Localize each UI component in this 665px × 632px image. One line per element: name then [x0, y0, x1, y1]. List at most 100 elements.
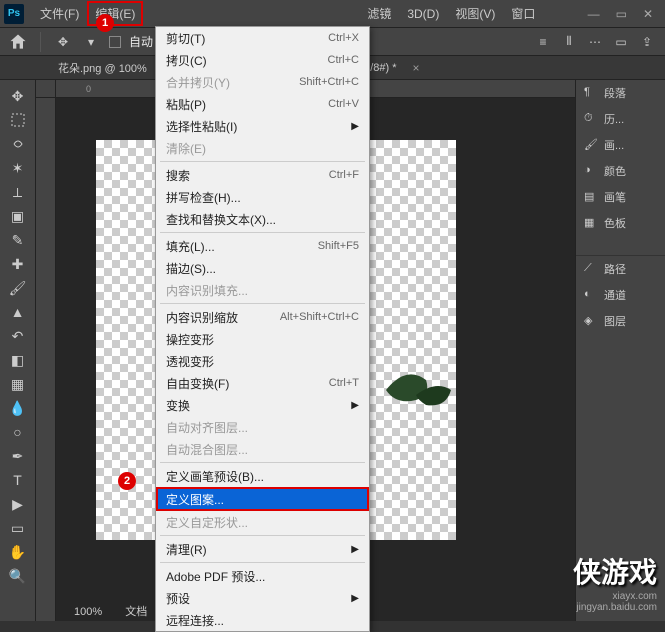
panel-label: 画... — [604, 137, 624, 153]
panel-channels[interactable]: ◐通道 — [576, 282, 665, 308]
menu-item[interactable]: 内容识别缩放Alt+Shift+Ctrl+C — [156, 306, 369, 328]
distribute-icon[interactable]: ⫴ — [559, 32, 579, 52]
panel-paragraph[interactable]: ¶段落 — [576, 80, 665, 106]
marquee-tool[interactable] — [4, 108, 32, 132]
menu-3d[interactable]: 3D(D) — [399, 3, 447, 25]
menu-item-label: 搜索 — [166, 167, 190, 184]
menu-item[interactable]: 定义画笔预设(B)... — [156, 465, 369, 487]
menu-item[interactable]: 选择性粘贴(I)▶ — [156, 115, 369, 137]
menu-item[interactable]: 查找和替换文本(X)... — [156, 208, 369, 230]
menu-view[interactable]: 视图(V) — [447, 1, 503, 26]
menu-item[interactable]: 拼写检查(H)... — [156, 186, 369, 208]
menu-shortcut: Ctrl+F — [329, 169, 359, 181]
menu-item-label: 拷贝(C) — [166, 52, 207, 69]
panel-label: 颜色 — [604, 163, 626, 179]
eraser-tool[interactable]: ◧ — [4, 348, 32, 372]
menu-item[interactable]: 描边(S)... — [156, 257, 369, 279]
stamp-tool[interactable]: ▲ — [4, 300, 32, 324]
panel-color[interactable]: ◑ 颜色 — [576, 158, 665, 184]
heal-tool[interactable]: ✚ — [4, 252, 32, 276]
path-select-tool[interactable]: ▶ — [4, 492, 32, 516]
menu-separator — [160, 535, 365, 536]
panel-layers[interactable]: ◈图层 — [576, 308, 665, 334]
window-controls: — ▭ ✕ — [588, 7, 661, 21]
menu-shortcut: Ctrl+C — [328, 54, 359, 66]
watermark-brand: 侠游戏 — [573, 551, 657, 591]
menu-item[interactable]: 远程连接... — [156, 609, 369, 631]
panel-paths[interactable]: ⟋路径 — [576, 256, 665, 282]
menu-file[interactable]: 文件(F) — [32, 1, 87, 26]
frame-tool[interactable]: ▣ — [4, 204, 32, 228]
pen-tool[interactable]: ✒ — [4, 444, 32, 468]
more-icon[interactable]: ⋯ — [585, 32, 605, 52]
menu-item[interactable]: 透视变形 — [156, 350, 369, 372]
menu-item-label: 合并拷贝(Y) — [166, 74, 230, 91]
menu-window[interactable]: 窗口 — [503, 1, 543, 26]
channel-icon: ◐ — [584, 288, 598, 302]
type-tool[interactable]: T — [4, 468, 32, 492]
minimize-icon[interactable]: — — [588, 7, 600, 21]
menu-item-label: 清理(R) — [166, 541, 207, 558]
panel-history[interactable]: ⏱历... — [576, 106, 665, 132]
gradient-tool[interactable]: ▦ — [4, 372, 32, 396]
move-tool[interactable]: ✥ — [4, 84, 32, 108]
menu-item-label: 定义画笔预设(B)... — [166, 468, 264, 485]
menu-item[interactable]: 剪切(T)Ctrl+X — [156, 27, 369, 49]
menu-item-label: Adobe PDF 预设... — [166, 568, 265, 585]
menu-item[interactable]: 变换▶ — [156, 394, 369, 416]
menu-item-label: 自动对齐图层... — [166, 419, 248, 436]
move-tool-icon[interactable]: ✥ — [53, 32, 73, 52]
menu-item[interactable]: 粘贴(P)Ctrl+V — [156, 93, 369, 115]
menu-item[interactable]: 预设▶ — [156, 587, 369, 609]
lasso-tool[interactable] — [4, 132, 32, 156]
crop-tool[interactable]: ⟂ — [4, 180, 32, 204]
dodge-tool[interactable]: ○ — [4, 420, 32, 444]
menu-item[interactable]: 拷贝(C) Ctrl+C — [156, 49, 369, 71]
auto-label: 自动 — [129, 33, 153, 50]
menu-item[interactable]: 搜索 Ctrl+F — [156, 164, 369, 186]
submenu-arrow-icon: ▶ — [351, 544, 359, 555]
ruler-mark: 0 — [86, 84, 91, 94]
color-icon: ◑ — [584, 164, 598, 178]
menu-item[interactable]: 填充(L)...Shift+F5 — [156, 235, 369, 257]
menu-item[interactable]: 清理(R) ▶ — [156, 538, 369, 560]
ruler-origin[interactable] — [36, 80, 56, 98]
close-icon[interactable]: ✕ — [643, 7, 653, 21]
menu-item-label: 填充(L)... — [166, 238, 215, 255]
wand-tool[interactable]: ✶ — [4, 156, 32, 180]
submenu-arrow-icon: ▶ — [351, 400, 359, 411]
zoom-tool[interactable]: 🔍 — [4, 564, 32, 588]
app-logo: Ps — [4, 4, 24, 24]
panel-brush[interactable]: 🖌画... — [576, 132, 665, 158]
menu-item[interactable]: 定义图案... — [156, 487, 369, 511]
checkbox-icon[interactable] — [109, 36, 121, 48]
panel-label: 图层 — [604, 313, 626, 329]
history-brush-tool[interactable]: ↶ — [4, 324, 32, 348]
menu-item[interactable]: 操控变形 — [156, 328, 369, 350]
hand-tool[interactable]: ✋ — [4, 540, 32, 564]
ruler-vertical[interactable] — [36, 98, 56, 621]
menu-item[interactable]: 自由变换(F)Ctrl+T — [156, 372, 369, 394]
home-icon[interactable] — [8, 32, 28, 52]
menu-item-label: 自由变换(F) — [166, 375, 229, 392]
menu-item-label: 清除(E) — [166, 140, 206, 157]
eyedropper-tool[interactable]: ✎ — [4, 228, 32, 252]
panel-brushes[interactable]: ▤画笔 — [576, 184, 665, 210]
share-icon[interactable]: ⇪ — [637, 32, 657, 52]
edit-context-menu: 剪切(T)Ctrl+X拷贝(C)Ctrl+C合并拷贝(Y)Shift+Ctrl+… — [155, 26, 370, 632]
maximize-icon[interactable]: ▭ — [616, 7, 627, 21]
menu-item-label: 自动混合图层... — [166, 441, 248, 458]
doc-tab-active[interactable]: 花朵.png @ 100% — [48, 56, 157, 80]
shape-tool[interactable]: ▭ — [4, 516, 32, 540]
tab-close-icon[interactable]: × — [413, 61, 420, 75]
menu-item[interactable]: Adobe PDF 预设... — [156, 565, 369, 587]
brush-tool[interactable]: 🖌 — [4, 276, 32, 300]
menu-item-label: 定义图案... — [166, 491, 224, 508]
panel-swatches[interactable]: ▦色板 — [576, 210, 665, 236]
layout-icon[interactable]: ▭ — [611, 32, 631, 52]
menu-filter[interactable]: 滤镜 — [359, 1, 399, 26]
chevron-down-icon[interactable]: ▾ — [81, 32, 101, 52]
blur-tool[interactable]: 💧 — [4, 396, 32, 420]
align-icon[interactable]: ≡ — [533, 32, 553, 52]
menu-shortcut: Ctrl+X — [328, 32, 359, 44]
